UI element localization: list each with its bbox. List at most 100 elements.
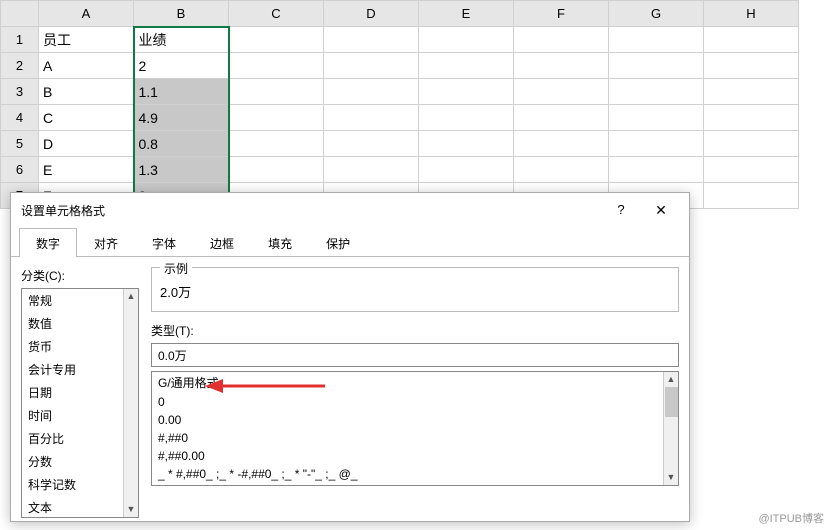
category-item[interactable]: 数值 (22, 312, 138, 335)
cell[interactable] (514, 79, 609, 105)
col-header[interactable]: D (324, 1, 419, 27)
format-listbox[interactable]: G/通用格式 0 0.00 #,##0 #,##0.00 _ * #,##0_ … (151, 371, 679, 486)
col-header[interactable]: B (134, 1, 229, 27)
format-item[interactable]: _ * #,##0_ ;_ * -#,##0_ ;_ * "-"_ ;_ @_ (152, 465, 678, 483)
cell[interactable] (324, 27, 419, 53)
cell[interactable] (419, 131, 514, 157)
cell[interactable] (419, 53, 514, 79)
format-item[interactable]: 0 (152, 393, 678, 411)
category-item[interactable]: 货币 (22, 335, 138, 358)
cell-selected[interactable]: 1.1 (134, 79, 229, 105)
tab-strip: 数字 对齐 字体 边框 填充 保护 (11, 227, 689, 257)
tab-alignment[interactable]: 对齐 (77, 228, 135, 257)
row-header[interactable]: 1 (1, 27, 39, 53)
scroll-thumb[interactable] (665, 387, 678, 417)
select-all-corner[interactable] (1, 1, 39, 27)
cell[interactable] (704, 157, 799, 183)
tab-font[interactable]: 字体 (135, 228, 193, 257)
cell[interactable]: A (39, 53, 134, 79)
col-header[interactable]: F (514, 1, 609, 27)
cell[interactable] (229, 27, 324, 53)
format-item[interactable]: _ * #,##0.00_ ;_ * -#,##0.00_ ;_ * "-"??… (152, 483, 678, 485)
cell[interactable] (609, 27, 704, 53)
type-input[interactable] (151, 343, 679, 367)
cell[interactable] (609, 79, 704, 105)
cell[interactable] (609, 53, 704, 79)
cell[interactable] (609, 157, 704, 183)
cell[interactable] (514, 53, 609, 79)
row-header[interactable]: 5 (1, 131, 39, 157)
cell[interactable]: B (39, 79, 134, 105)
row-header[interactable]: 2 (1, 53, 39, 79)
row-header[interactable]: 4 (1, 105, 39, 131)
cell[interactable] (514, 27, 609, 53)
format-item[interactable]: #,##0.00 (152, 447, 678, 465)
cell-active[interactable]: 2 (134, 53, 229, 79)
scroll-down-icon[interactable]: ▼ (664, 470, 678, 485)
scrollbar[interactable]: ▲ ▼ (123, 289, 138, 517)
cell-selected[interactable]: 1.3 (134, 157, 229, 183)
cell[interactable] (704, 27, 799, 53)
scroll-up-icon[interactable]: ▲ (124, 289, 138, 304)
cell[interactable] (229, 79, 324, 105)
close-button[interactable]: ✕ (641, 195, 681, 225)
tab-number[interactable]: 数字 (19, 228, 77, 257)
tab-protection[interactable]: 保护 (309, 228, 367, 257)
cell[interactable]: D (39, 131, 134, 157)
cell[interactable] (324, 131, 419, 157)
cell-selected[interactable]: 4.9 (134, 105, 229, 131)
category-item[interactable]: 常规 (22, 289, 138, 312)
format-item[interactable]: G/通用格式 (152, 372, 678, 393)
category-item[interactable]: 文本 (22, 496, 138, 517)
cell[interactable] (704, 131, 799, 157)
category-item[interactable]: 时间 (22, 404, 138, 427)
cell[interactable] (324, 79, 419, 105)
cell[interactable] (229, 131, 324, 157)
col-header[interactable]: A (39, 1, 134, 27)
format-item[interactable]: #,##0 (152, 429, 678, 447)
row-header[interactable]: 3 (1, 79, 39, 105)
cell[interactable] (514, 131, 609, 157)
category-item[interactable]: 百分比 (22, 427, 138, 450)
category-item[interactable]: 科学记数 (22, 473, 138, 496)
cell[interactable] (514, 105, 609, 131)
col-header[interactable]: E (419, 1, 514, 27)
cell[interactable] (419, 79, 514, 105)
cell[interactable] (419, 105, 514, 131)
cell[interactable] (324, 105, 419, 131)
col-header[interactable]: H (704, 1, 799, 27)
cell[interactable] (609, 105, 704, 131)
tab-fill[interactable]: 填充 (251, 228, 309, 257)
cell[interactable] (704, 79, 799, 105)
tab-border[interactable]: 边框 (193, 228, 251, 257)
scroll-up-icon[interactable]: ▲ (664, 372, 678, 387)
cell[interactable] (514, 157, 609, 183)
cell[interactable] (704, 105, 799, 131)
format-item[interactable]: 0.00 (152, 411, 678, 429)
cell[interactable]: C (39, 105, 134, 131)
cell[interactable] (324, 157, 419, 183)
cell[interactable] (324, 53, 419, 79)
cell[interactable] (704, 183, 799, 209)
help-button[interactable]: ? (601, 195, 641, 225)
cell[interactable]: E (39, 157, 134, 183)
cell[interactable] (419, 27, 514, 53)
row-header[interactable]: 6 (1, 157, 39, 183)
cell[interactable] (704, 53, 799, 79)
scrollbar[interactable]: ▲ ▼ (663, 372, 678, 485)
cell[interactable] (229, 53, 324, 79)
cell-selected[interactable]: 0.8 (134, 131, 229, 157)
col-header[interactable]: G (609, 1, 704, 27)
category-item[interactable]: 日期 (22, 381, 138, 404)
cell[interactable]: 员工 (39, 27, 134, 53)
cell[interactable] (229, 157, 324, 183)
cell[interactable] (229, 105, 324, 131)
scroll-down-icon[interactable]: ▼ (124, 502, 138, 517)
category-listbox[interactable]: 常规 数值 货币 会计专用 日期 时间 百分比 分数 科学记数 文本 特殊 自定… (21, 288, 139, 518)
category-item[interactable]: 会计专用 (22, 358, 138, 381)
col-header[interactable]: C (229, 1, 324, 27)
cell[interactable] (609, 131, 704, 157)
cell[interactable]: 业绩 (134, 27, 229, 53)
category-item[interactable]: 分数 (22, 450, 138, 473)
cell[interactable] (419, 157, 514, 183)
